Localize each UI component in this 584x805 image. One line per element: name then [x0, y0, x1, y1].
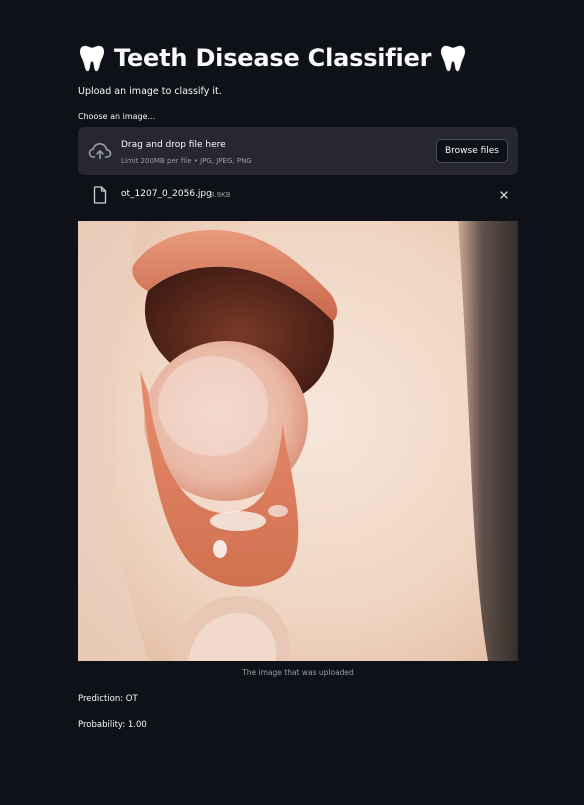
- uploaded-file-row: ot_1207_0_2056.jpg 8.9KB: [78, 183, 518, 209]
- dropzone-limit: Limit 200MB per file • JPG, JPEG, PNG: [121, 157, 252, 165]
- file-icon: [93, 186, 107, 204]
- uploaded-image: [78, 221, 518, 661]
- intro-text: Upload an image to classify it.: [78, 86, 222, 97]
- probability-text: Probability: 1.00: [78, 720, 147, 730]
- page-title: Teeth Disease Classifier: [78, 38, 518, 78]
- close-icon[interactable]: [498, 189, 510, 201]
- tooth-icon: [441, 45, 466, 72]
- uploaded-file-size: 8.9KB: [210, 190, 231, 199]
- dropzone-instruction: Drag and drop file here: [121, 140, 226, 150]
- browse-files-button[interactable]: Browse files: [435, 139, 508, 163]
- image-caption: The image that was uploaded: [242, 668, 354, 677]
- app-page: Teeth Disease Classifier Upload an image…: [0, 0, 584, 805]
- page-title-text: Teeth Disease Classifier: [114, 44, 432, 72]
- uploaded-file-name: ot_1207_0_2056.jpg: [121, 189, 212, 199]
- prediction-text: Prediction: OT: [78, 694, 138, 704]
- cloud-upload-icon: [88, 143, 112, 160]
- file-dropzone[interactable]: Drag and drop file here Limit 200MB per …: [78, 127, 518, 175]
- uploader-label: Choose an image...: [78, 112, 156, 121]
- tooth-icon: [79, 45, 105, 72]
